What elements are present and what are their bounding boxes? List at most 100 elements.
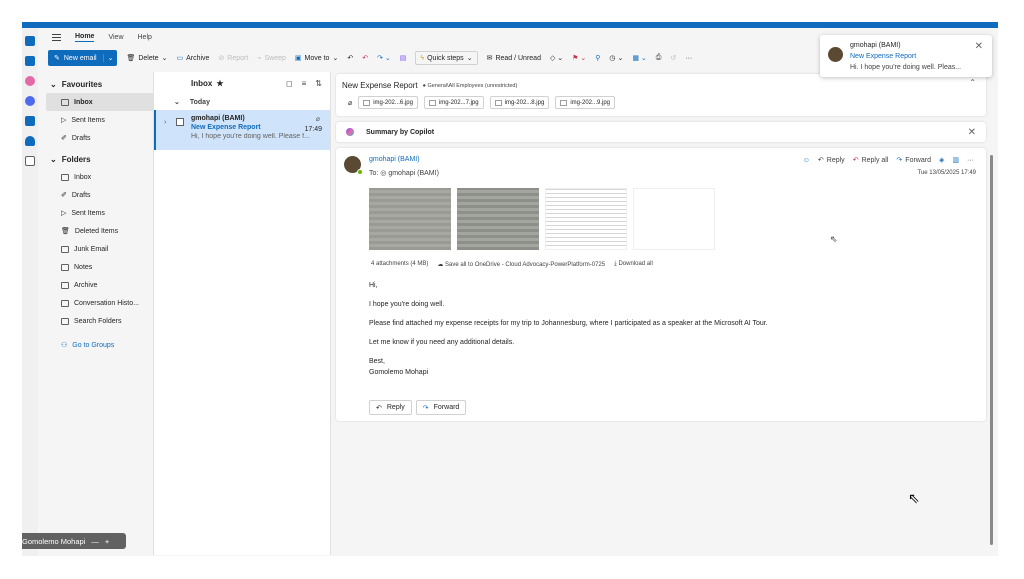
avatar (828, 47, 843, 62)
body-line: Hi, (369, 282, 378, 289)
select-icon[interactable]: ◻ (286, 79, 293, 88)
forward-button[interactable]: ↷ Forward (415, 400, 467, 415)
folder-conversation-history[interactable]: Conversation Histo... (44, 294, 170, 312)
favourite-sent-items[interactable]: ▷ Sent Items (44, 111, 170, 129)
attachment-chip[interactable]: img-202...9.jpg (555, 96, 616, 109)
signoff: Best, (369, 358, 385, 365)
signature: Gomolemo Mohapi (369, 369, 429, 376)
print-icon[interactable]: ⎙ (656, 54, 662, 62)
message-checkbox[interactable] (176, 118, 184, 126)
folder-sent-items[interactable]: ▷ Sent Items (44, 204, 170, 222)
forward-toolbar-icon[interactable]: ↷ ⌄ (377, 54, 391, 62)
reply-all-action[interactable]: ↶ Reply all (853, 156, 889, 165)
folders-header[interactable]: ⌄ Folders (44, 151, 170, 168)
favourite-inbox[interactable]: Inbox1 (46, 93, 166, 111)
close-icon[interactable]: ✕ (968, 127, 976, 138)
search-folder-icon (61, 317, 69, 325)
compose-icon: ✎ (54, 55, 60, 62)
forward-action[interactable]: ↷ Forward (896, 156, 931, 165)
tab-help[interactable]: Help (138, 34, 152, 41)
pin-icon[interactable]: ⚲ (595, 54, 600, 62)
copilot-summary-card[interactable]: Summary by Copilot ✕ (336, 122, 986, 142)
reply-action[interactable]: ↶ Reply (818, 156, 845, 165)
reading-scrollbar[interactable] (990, 155, 993, 545)
more-options-button[interactable]: ··· (685, 55, 692, 62)
read-unread-button[interactable]: ✉ Read / Unread (487, 54, 541, 63)
categorize-icon[interactable]: ◇ ⌄ (550, 54, 563, 62)
flag-icon[interactable]: ⚑ ⌄ (572, 54, 586, 62)
move-to-button[interactable]: ▣ Move to ⌄ (294, 54, 338, 63)
report-button[interactable]: ⊘ Report (218, 54, 248, 63)
emoji-icon[interactable]: ☺ (803, 157, 810, 164)
quick-steps-button[interactable]: ϟ Quick steps ⌄ (415, 51, 478, 65)
archive-button[interactable]: ▭ Archive (176, 54, 209, 63)
folder-search-folders[interactable]: Search Folders (44, 312, 170, 330)
favourites-header[interactable]: ⌄ Favourites (44, 76, 170, 93)
save-onedrive-link[interactable]: ☁ Save all to OneDrive - Cloud Advocacy-… (437, 261, 605, 268)
toast-from: gmohapi (BAMI) (850, 42, 901, 49)
more-actions-icon[interactable]: ··· (967, 157, 974, 164)
rules-icon[interactable]: ▦ ⌄ (632, 54, 646, 62)
folder-inbox[interactable]: Inbox1 (44, 168, 170, 186)
receipt-image-4[interactable] (633, 188, 715, 250)
tab-home[interactable]: Home (75, 33, 95, 42)
plus-icon[interactable]: + (105, 537, 109, 546)
todo-app-icon[interactable] (25, 116, 35, 126)
recipient-line: To: ◎ gmohapi (BAMI) (369, 170, 439, 177)
attachment-chip[interactable]: img-202...6.jpg (358, 96, 418, 109)
copilot-app-icon[interactable] (25, 76, 35, 86)
sender-name[interactable]: gmohapi (BAMI) (369, 156, 420, 163)
delete-button[interactable]: 🗑 Delete ⌄ (126, 54, 167, 63)
collapse-icon[interactable]: ⌃ (969, 78, 976, 87)
calendar-app-icon[interactable] (25, 56, 35, 66)
snooze-icon[interactable]: ◷ ⌄ (609, 54, 623, 62)
go-to-groups-link[interactable]: ⚇ Go to Groups (44, 336, 170, 354)
reply-all-toolbar-icon[interactable]: ↶ (362, 54, 368, 62)
receipt-image-3[interactable] (545, 188, 627, 250)
receipt-image-1[interactable] (369, 188, 451, 250)
favourite-star-icon[interactable]: ★ (216, 79, 223, 88)
receipt-image-2[interactable] (457, 188, 539, 250)
folder-junk-email[interactable]: Junk Email1 (44, 240, 170, 258)
folder-pane: ⌄Favourites Inbox1 ▷Sent Items ✐Drafts ⌄… (44, 76, 170, 562)
menu-icon[interactable] (52, 33, 61, 41)
people-app-icon[interactable] (25, 96, 35, 106)
ribbon-tabs: Home View Help (52, 30, 152, 44)
copilot-action-icon[interactable]: ◈ (939, 156, 944, 164)
filter-icon[interactable]: ≡ (302, 79, 307, 88)
reply-toolbar-icon[interactable]: ↶ (347, 54, 353, 62)
new-email-dropdown[interactable]: ⌄ (102, 54, 118, 62)
new-email-button[interactable]: ✎ New email ⌄ (48, 50, 118, 66)
message-item[interactable]: › gmohapi (BAMI) New Expense Report Hi, … (154, 110, 330, 150)
immersive-reader-icon[interactable]: ▥ (952, 156, 959, 164)
trash-icon: 🗑 (126, 55, 136, 62)
notification-toast[interactable]: gmohapi (BAMI) New Expense Report Hi. I … (820, 35, 992, 77)
mail-app-icon[interactable] (25, 36, 35, 46)
group-header-today[interactable]: ⌄ Today (154, 94, 330, 110)
folder-notes[interactable]: Notes (44, 258, 170, 276)
minus-icon[interactable]: — (91, 537, 99, 546)
favourite-drafts[interactable]: ✐ Drafts (44, 129, 170, 147)
folder-archive[interactable]: Archive (44, 276, 170, 294)
groups-icon: ⚇ (61, 342, 68, 349)
send-icon: ▷ (61, 210, 67, 217)
attachment-chip[interactable]: img-202...8.jpg (489, 96, 550, 109)
expand-arrow-icon[interactable]: › (164, 119, 166, 126)
onedrive-app-icon[interactable] (25, 136, 35, 146)
more-apps-icon[interactable] (25, 156, 35, 166)
sort-icon[interactable]: ⇅ (315, 79, 322, 88)
close-icon[interactable]: ✕ (975, 41, 983, 52)
toast-preview: Hi. I hope you're doing well. Pleas... (850, 64, 962, 71)
copilot-icon (346, 128, 354, 136)
message-from: gmohapi (BAMI) (191, 115, 245, 122)
teams-share-icon[interactable]: ▤ (400, 54, 407, 62)
tab-view[interactable]: View (108, 34, 123, 41)
folder-deleted-items[interactable]: 🗑 Deleted Items (44, 222, 170, 240)
reply-button[interactable]: ↶ Reply (369, 400, 412, 415)
download-all-link[interactable]: ⤓ Download all (614, 261, 653, 268)
sweep-button[interactable]: ⌁ Sweep (257, 54, 286, 63)
folder-drafts[interactable]: ✐ Drafts (44, 186, 170, 204)
attachment-chip[interactable]: img-202...7.jpg (423, 96, 484, 109)
folder-move-icon: ▣ (294, 55, 302, 62)
undo-icon[interactable]: ↺ (670, 54, 676, 62)
